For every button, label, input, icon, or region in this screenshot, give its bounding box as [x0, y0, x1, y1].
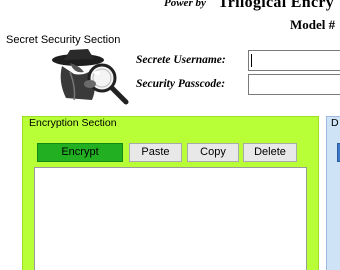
username-label: Secrete Username: [136, 54, 226, 66]
encryption-section-title: Encryption Section [29, 117, 117, 129]
encrypt-button[interactable]: Encrypt [37, 143, 123, 162]
encryption-section: Encryption Section Encrypt Paste Copy De… [22, 116, 319, 270]
paste-button[interactable]: Paste [129, 143, 182, 162]
passcode-label: Security Passcode: [136, 78, 226, 90]
spy-magnifier-logo-icon [40, 48, 132, 106]
decryption-section-title: D [331, 117, 339, 129]
model-label: Model # [290, 17, 336, 32]
username-input[interactable] [248, 50, 340, 71]
encryption-text-area[interactable] [34, 167, 307, 270]
copy-button[interactable]: Copy [187, 143, 239, 162]
delete-button[interactable]: Delete [243, 143, 297, 162]
brand-title: Trilogical Encry [218, 0, 335, 11]
powered-by-label: Power by [164, 0, 206, 9]
passcode-input[interactable] [248, 74, 340, 95]
decryption-section: D [326, 116, 340, 270]
text-caret [251, 54, 252, 67]
secret-section-title: Secret Security Section [6, 34, 121, 46]
